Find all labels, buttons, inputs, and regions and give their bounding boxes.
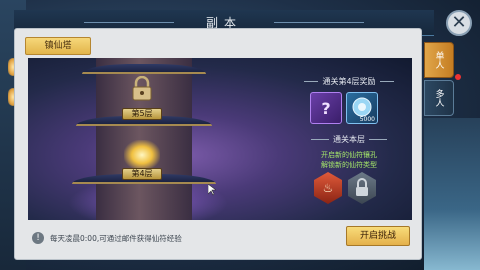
tab-multi[interactable]: 多人 <box>424 80 454 116</box>
reward-item-mystery[interactable]: ? <box>310 92 342 124</box>
close-icon: ✕ <box>451 12 467 33</box>
tab-multi-label: 多人 <box>433 89 444 107</box>
unlock-description: 开启新的仙符镶孔 解锁新的仙符类型 <box>286 150 412 170</box>
reward-count: 5000 <box>359 116 375 123</box>
tab-single-label: 单人 <box>433 51 444 69</box>
unlock-title: 通关本层 <box>286 134 412 145</box>
unlock-desc-line2: 解锁新的仙符类型 <box>321 161 377 169</box>
footer-notice: 每天凌晨0:00,可通过邮件获得仙符经验 <box>50 233 182 243</box>
start-challenge-button[interactable]: 开启挑战 <box>346 226 410 246</box>
floor-label-4[interactable]: 第4层 <box>122 168 162 180</box>
info-icon: ! <box>32 232 44 244</box>
cursor-icon <box>208 184 216 196</box>
lotus-glow-icon <box>124 140 160 170</box>
floor-label-5[interactable]: 第5层 <box>122 108 162 120</box>
notification-dot <box>455 74 461 80</box>
unlock-desc-line1: 开启新的仙符镶孔 <box>321 151 377 159</box>
reward-title: 通关第4层奖励 <box>286 76 412 87</box>
tower-roof <box>82 64 206 74</box>
close-button[interactable]: ✕ <box>446 10 472 36</box>
tab-single[interactable]: 单人 <box>424 42 454 78</box>
background-right <box>424 118 480 270</box>
lock-icon <box>132 76 152 101</box>
mystery-icon: ? <box>321 98 331 118</box>
tab-tower[interactable]: 镇仙塔 <box>25 37 91 55</box>
reward-item-crystal[interactable]: 5000 <box>346 92 378 124</box>
